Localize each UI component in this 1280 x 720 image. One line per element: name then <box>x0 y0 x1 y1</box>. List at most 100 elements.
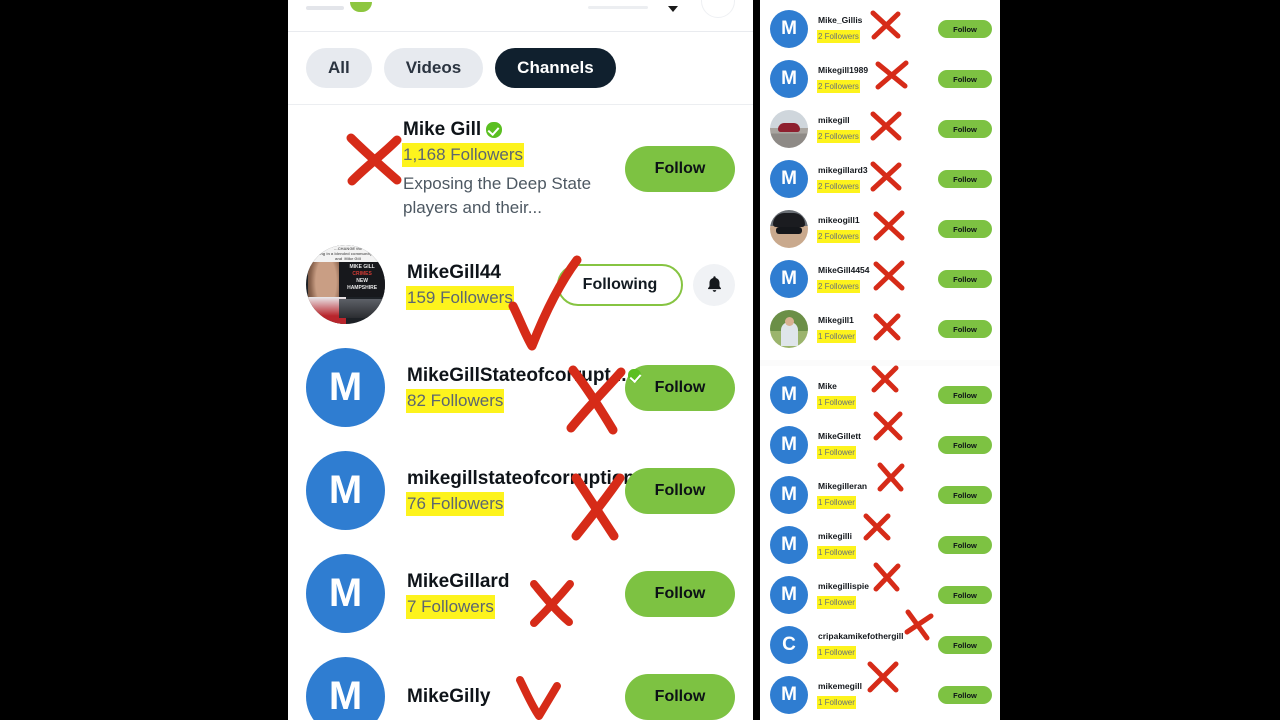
channel-avatar[interactable]: …CHANGE the ing in a blended community 1-… <box>306 245 385 324</box>
side-avatar[interactable] <box>770 110 808 148</box>
bell-icon <box>707 276 721 292</box>
channel-avatar[interactable]: M <box>306 348 385 427</box>
side-avatar[interactable]: M <box>770 260 808 298</box>
channel-row[interactable]: …CHANGE the ing in a blended community 1-… <box>288 233 753 336</box>
channel-avatar[interactable]: M <box>306 451 385 530</box>
side-avatar[interactable]: M <box>770 10 808 48</box>
side-list-item[interactable]: Ccripakamikefothergill 1 Follower Follow <box>760 620 1000 670</box>
side-avatar[interactable] <box>770 310 808 348</box>
channel-row[interactable]: M MikeGillStateofcorrupt... 82 Followers… <box>288 336 753 439</box>
side-item-info: Mikegilleran 1 Follower <box>808 481 938 510</box>
side-item-name: mikegillard3 <box>818 164 868 175</box>
side-follow-button[interactable]: Follow <box>938 70 992 88</box>
side-avatar[interactable]: M <box>770 60 808 98</box>
side-item-info: Mikegill1 1 Follower <box>808 315 938 344</box>
tab-videos[interactable]: Videos <box>383 48 484 88</box>
avatar-photo-banner: MIKE GILL CRIMES NEW HAMPSHIRE <box>339 262 385 298</box>
verified-badge-icon <box>627 369 641 382</box>
channel-row[interactable]: M MikeGilly Follow <box>288 645 753 720</box>
side-follow-button[interactable]: Follow <box>938 686 992 704</box>
side-avatar[interactable]: M <box>770 376 808 414</box>
channel-row[interactable]: Mike Gill 1,168 Followers Exposing the D… <box>288 105 753 233</box>
follow-button[interactable]: Follow <box>625 570 735 617</box>
channel-avatar[interactable]: M <box>306 657 385 720</box>
side-item-info: mikegillard3 2 Followers <box>808 165 938 194</box>
side-avatar[interactable]: M <box>770 676 808 714</box>
side-list-item[interactable]: Mikegill1 1 Follower Follow <box>760 304 1000 354</box>
side-item-info: mikeogill1 2 Followers <box>808 215 938 244</box>
verified-badge-icon <box>486 122 503 138</box>
side-item-name: mikemegill <box>818 680 862 691</box>
follow-button[interactable]: Follow <box>625 364 735 411</box>
side-list-item[interactable]: Mmikegilli 1 Follower Follow <box>760 520 1000 570</box>
side-avatar[interactable]: M <box>770 426 808 464</box>
side-avatar[interactable] <box>770 210 808 248</box>
tab-all[interactable]: All <box>306 48 372 88</box>
tab-channels[interactable]: Channels <box>495 48 616 88</box>
side-follow-button[interactable]: Follow <box>938 270 992 288</box>
side-list-item[interactable]: M Mikegill1989 2 Followers Follow <box>760 54 1000 104</box>
search-results-panel: All Videos Channels Mike Gill 1,168 Foll… <box>288 0 753 720</box>
partial-avatar[interactable] <box>701 0 735 18</box>
follow-button[interactable]: Follow <box>625 146 735 192</box>
follow-button[interactable]: Follow <box>625 673 735 720</box>
side-list-item[interactable]: Mmikemegill 1 Follower Follow <box>760 670 1000 720</box>
channel-info: MikeGillard 7 Followers <box>385 570 625 618</box>
side-item-followers: 1 Follower <box>818 596 855 608</box>
side-follow-button[interactable]: Follow <box>938 220 992 238</box>
side-avatar[interactable]: M <box>770 476 808 514</box>
side-list-item[interactable]: Mmikegillard3 2 Followers Follow <box>760 154 1000 204</box>
side-follow-button[interactable]: Follow <box>938 486 992 504</box>
side-list-item[interactable]: M MikeGillett 1 Follower Follow <box>760 420 1000 470</box>
channel-info: MikeGill44 159 Followers <box>385 261 557 309</box>
channel-avatar[interactable]: M <box>306 554 385 633</box>
channel-name-wrap: Mike Gill <box>403 118 503 142</box>
channel-info: MikeGilly <box>385 685 625 709</box>
channel-name-wrap: MikeGillard <box>407 570 509 594</box>
side-avatar[interactable]: C <box>770 626 808 664</box>
side-item-followers: 2 Followers <box>818 180 859 192</box>
side-follow-button[interactable]: Follow <box>938 170 992 188</box>
channel-info: mikegillstateofcorruption 76 Followers <box>385 467 635 515</box>
side-follow-button[interactable]: Follow <box>938 320 992 338</box>
side-follow-button[interactable]: Follow <box>938 636 992 654</box>
side-avatar[interactable]: M <box>770 526 808 564</box>
channel-name: mikegillstateofcorruption <box>407 467 636 489</box>
side-avatar[interactable]: M <box>770 576 808 614</box>
channel-description: Exposing the Deep State players and thei… <box>403 174 592 217</box>
side-follow-button[interactable]: Follow <box>938 20 992 38</box>
side-follow-button[interactable]: Follow <box>938 536 992 554</box>
follow-button[interactable]: Follow <box>625 467 735 514</box>
channel-followers: 76 Followers <box>407 492 504 515</box>
chevron-down-icon[interactable] <box>668 6 678 12</box>
notification-bell-button[interactable] <box>693 263 735 306</box>
side-list-item[interactable]: Mmikegillispie 1 Follower Follow <box>760 570 1000 620</box>
side-avatar[interactable]: M <box>770 160 808 198</box>
following-button[interactable]: Following <box>557 263 683 306</box>
side-item-followers: 2 Followers <box>818 130 859 142</box>
side-item-followers: 1 Follower <box>818 446 855 458</box>
channel-row[interactable]: M MikeGillard 7 Followers Follow <box>288 542 753 645</box>
side-item-info: mikegilli 1 Follower <box>808 531 938 560</box>
side-item-followers: 2 Followers <box>818 280 859 292</box>
side-follow-button[interactable]: Follow <box>938 386 992 404</box>
side-list-item[interactable]: M MikeGill4454 2 Followers Follow <box>760 254 1000 304</box>
side-group-1: M Mike_Gillis 2 Followers Follow M Mikegill19… <box>760 0 1000 360</box>
search-filter-tabs: All Videos Channels <box>288 32 753 105</box>
side-item-name: MikeGillett <box>818 430 861 441</box>
avatar-photo-strip <box>339 298 385 318</box>
side-follow-button[interactable]: Follow <box>938 586 992 604</box>
side-channel-list-panel: M Mike_Gillis 2 Followers Follow M Mikegill19… <box>760 0 1000 720</box>
side-list-item[interactable]: mikegill 2 Followers Follow <box>760 104 1000 154</box>
side-follow-button[interactable]: Follow <box>938 436 992 454</box>
side-follow-button[interactable]: Follow <box>938 120 992 138</box>
channel-followers: 1,168 Followers <box>403 144 524 166</box>
side-list-item[interactable]: mikeogill1 2 Followers Follow <box>760 204 1000 254</box>
side-item-name: Mikegill1989 <box>818 64 869 75</box>
side-list-item[interactable]: M Mike_Gillis 2 Followers Follow <box>760 4 1000 54</box>
side-list-item[interactable]: M Mikegilleran 1 Follower Follow <box>760 470 1000 520</box>
avatar-photo-caption: …CHANGE the ing in a blended community 1-… <box>319 246 377 261</box>
channel-row[interactable]: M mikegillstateofcorruption 76 Followers… <box>288 439 753 542</box>
channel-followers: 82 Followers <box>407 389 504 412</box>
side-list-item[interactable]: M Mike 1 Follower Follow <box>760 370 1000 420</box>
